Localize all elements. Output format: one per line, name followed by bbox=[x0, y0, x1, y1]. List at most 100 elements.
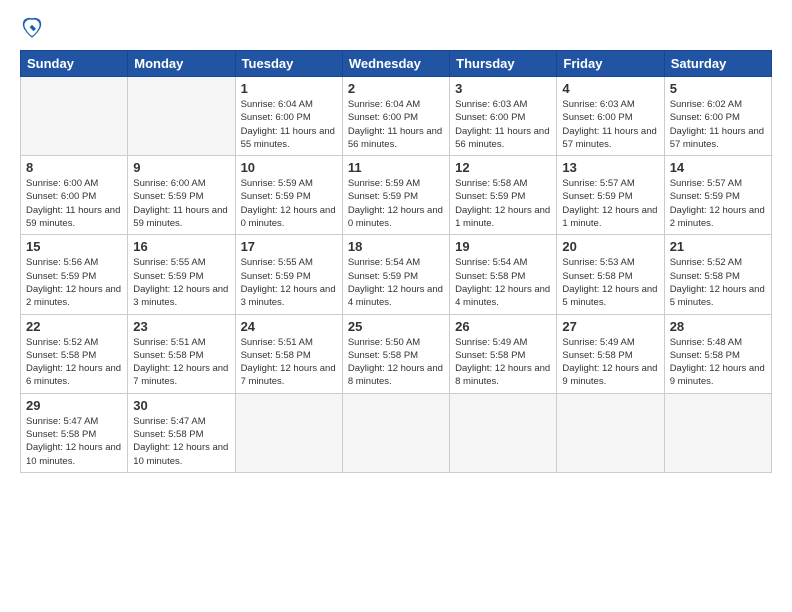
day-number: 11 bbox=[348, 160, 444, 175]
day-number: 2 bbox=[348, 81, 444, 96]
calendar-cell: 3Sunrise: 6:03 AMSunset: 6:00 PMDaylight… bbox=[450, 77, 557, 156]
calendar-cell bbox=[450, 393, 557, 472]
calendar-cell: 8 Sunrise: 6:00 AMSunset: 6:00 PMDaylight… bbox=[21, 156, 128, 235]
weekday-friday: Friday bbox=[557, 51, 664, 77]
logo bbox=[20, 16, 46, 40]
calendar-week-2: 15 Sunrise: 5:56 AMSunset: 5:59 PMDayligh… bbox=[21, 235, 772, 314]
day-info: Sunrise: 5:54 AMSunset: 5:58 PMDaylight:… bbox=[455, 256, 551, 309]
day-number: 27 bbox=[562, 319, 658, 334]
day-info: Sunrise: 5:51 AMSunset: 5:58 PMDaylight:… bbox=[241, 336, 337, 389]
calendar-cell: 20 Sunrise: 5:53 AMSunset: 5:58 PMDayligh… bbox=[557, 235, 664, 314]
day-number: 16 bbox=[133, 239, 229, 254]
calendar-cell: 10 Sunrise: 5:59 AMSunset: 5:59 PMDayligh… bbox=[235, 156, 342, 235]
day-number: 4 bbox=[562, 81, 658, 96]
day-info: Sunrise: 6:03 AMSunset: 6:00 PMDaylight:… bbox=[562, 98, 658, 151]
day-info: Sunrise: 6:04 AMSunset: 6:00 PMDaylight:… bbox=[241, 98, 337, 151]
weekday-thursday: Thursday bbox=[450, 51, 557, 77]
calendar-cell: 25 Sunrise: 5:50 AMSunset: 5:58 PMDayligh… bbox=[342, 314, 449, 393]
calendar-cell: 22 Sunrise: 5:52 AMSunset: 5:58 PMDayligh… bbox=[21, 314, 128, 393]
day-number: 17 bbox=[241, 239, 337, 254]
day-info: Sunrise: 5:47 AMSunset: 5:58 PMDaylight:… bbox=[133, 415, 229, 468]
day-number: 22 bbox=[26, 319, 122, 334]
day-number: 12 bbox=[455, 160, 551, 175]
day-info: Sunrise: 5:57 AMSunset: 5:59 PMDaylight:… bbox=[562, 177, 658, 230]
calendar-cell: 16 Sunrise: 5:55 AMSunset: 5:59 PMDayligh… bbox=[128, 235, 235, 314]
calendar-cell: 29 Sunrise: 5:47 AMSunset: 5:58 PMDayligh… bbox=[21, 393, 128, 472]
calendar-cell bbox=[235, 393, 342, 472]
day-info: Sunrise: 5:50 AMSunset: 5:58 PMDaylight:… bbox=[348, 336, 444, 389]
calendar-cell: 27 Sunrise: 5:49 AMSunset: 5:58 PMDayligh… bbox=[557, 314, 664, 393]
day-info: Sunrise: 5:56 AMSunset: 5:59 PMDaylight:… bbox=[26, 256, 122, 309]
calendar-cell: 9 Sunrise: 6:00 AMSunset: 5:59 PMDaylight… bbox=[128, 156, 235, 235]
day-info: Sunrise: 5:47 AMSunset: 5:58 PMDaylight:… bbox=[26, 415, 122, 468]
day-info: Sunrise: 5:59 AMSunset: 5:59 PMDaylight:… bbox=[348, 177, 444, 230]
day-number: 9 bbox=[133, 160, 229, 175]
weekday-wednesday: Wednesday bbox=[342, 51, 449, 77]
calendar-cell: 26 Sunrise: 5:49 AMSunset: 5:58 PMDayligh… bbox=[450, 314, 557, 393]
weekday-header-row: SundayMondayTuesdayWednesdayThursdayFrid… bbox=[21, 51, 772, 77]
logo-icon bbox=[20, 16, 44, 40]
day-info: Sunrise: 5:49 AMSunset: 5:58 PMDaylight:… bbox=[562, 336, 658, 389]
calendar-week-4: 29 Sunrise: 5:47 AMSunset: 5:58 PMDayligh… bbox=[21, 393, 772, 472]
calendar-cell: 17 Sunrise: 5:55 AMSunset: 5:59 PMDayligh… bbox=[235, 235, 342, 314]
day-number: 26 bbox=[455, 319, 551, 334]
day-number: 24 bbox=[241, 319, 337, 334]
calendar-cell bbox=[21, 77, 128, 156]
page: SundayMondayTuesdayWednesdayThursdayFrid… bbox=[0, 0, 792, 612]
weekday-saturday: Saturday bbox=[664, 51, 771, 77]
calendar-cell: 24 Sunrise: 5:51 AMSunset: 5:58 PMDayligh… bbox=[235, 314, 342, 393]
calendar-cell: 19 Sunrise: 5:54 AMSunset: 5:58 PMDayligh… bbox=[450, 235, 557, 314]
day-info: Sunrise: 5:52 AMSunset: 5:58 PMDaylight:… bbox=[26, 336, 122, 389]
calendar-cell bbox=[557, 393, 664, 472]
day-info: Sunrise: 5:59 AMSunset: 5:59 PMDaylight:… bbox=[241, 177, 337, 230]
day-info: Sunrise: 5:57 AMSunset: 5:59 PMDaylight:… bbox=[670, 177, 766, 230]
weekday-tuesday: Tuesday bbox=[235, 51, 342, 77]
day-number: 8 bbox=[26, 160, 122, 175]
calendar-cell: 30Sunrise: 5:47 AMSunset: 5:58 PMDayligh… bbox=[128, 393, 235, 472]
day-info: Sunrise: 5:54 AMSunset: 5:59 PMDaylight:… bbox=[348, 256, 444, 309]
day-info: Sunrise: 5:53 AMSunset: 5:58 PMDaylight:… bbox=[562, 256, 658, 309]
day-number: 10 bbox=[241, 160, 337, 175]
day-number: 21 bbox=[670, 239, 766, 254]
day-info: Sunrise: 6:00 AMSunset: 5:59 PMDaylight:… bbox=[133, 177, 229, 230]
calendar-cell: 14 Sunrise: 5:57 AMSunset: 5:59 PMDayligh… bbox=[664, 156, 771, 235]
calendar-week-3: 22 Sunrise: 5:52 AMSunset: 5:58 PMDayligh… bbox=[21, 314, 772, 393]
calendar-cell bbox=[128, 77, 235, 156]
calendar-cell: 13 Sunrise: 5:57 AMSunset: 5:59 PMDayligh… bbox=[557, 156, 664, 235]
calendar-cell: 18 Sunrise: 5:54 AMSunset: 5:59 PMDayligh… bbox=[342, 235, 449, 314]
day-info: Sunrise: 6:00 AMSunset: 6:00 PMDaylight:… bbox=[26, 177, 122, 230]
calendar-cell: 2 Sunrise: 6:04 AMSunset: 6:00 PMDaylight… bbox=[342, 77, 449, 156]
weekday-sunday: Sunday bbox=[21, 51, 128, 77]
day-number: 15 bbox=[26, 239, 122, 254]
day-info: Sunrise: 5:55 AMSunset: 5:59 PMDaylight:… bbox=[133, 256, 229, 309]
calendar-cell: 4 Sunrise: 6:03 AMSunset: 6:00 PMDaylight… bbox=[557, 77, 664, 156]
day-number: 23 bbox=[133, 319, 229, 334]
calendar-cell bbox=[342, 393, 449, 472]
calendar-cell: 1Sunrise: 6:04 AMSunset: 6:00 PMDaylight… bbox=[235, 77, 342, 156]
day-number: 29 bbox=[26, 398, 122, 413]
calendar-cell: 23 Sunrise: 5:51 AMSunset: 5:58 PMDayligh… bbox=[128, 314, 235, 393]
calendar-table: SundayMondayTuesdayWednesdayThursdayFrid… bbox=[20, 50, 772, 473]
weekday-monday: Monday bbox=[128, 51, 235, 77]
day-info: Sunrise: 5:58 AMSunset: 5:59 PMDaylight:… bbox=[455, 177, 551, 230]
day-number: 18 bbox=[348, 239, 444, 254]
day-number: 13 bbox=[562, 160, 658, 175]
day-info: Sunrise: 5:49 AMSunset: 5:58 PMDaylight:… bbox=[455, 336, 551, 389]
day-number: 28 bbox=[670, 319, 766, 334]
header bbox=[20, 16, 772, 40]
day-number: 20 bbox=[562, 239, 658, 254]
day-info: Sunrise: 6:03 AMSunset: 6:00 PMDaylight:… bbox=[455, 98, 551, 151]
calendar-week-1: 8 Sunrise: 6:00 AMSunset: 6:00 PMDaylight… bbox=[21, 156, 772, 235]
day-number: 5 bbox=[670, 81, 766, 96]
day-info: Sunrise: 5:55 AMSunset: 5:59 PMDaylight:… bbox=[241, 256, 337, 309]
calendar-cell: 5 Sunrise: 6:02 AMSunset: 6:00 PMDaylight… bbox=[664, 77, 771, 156]
day-number: 19 bbox=[455, 239, 551, 254]
day-info: Sunrise: 6:02 AMSunset: 6:00 PMDaylight:… bbox=[670, 98, 766, 151]
day-number: 14 bbox=[670, 160, 766, 175]
calendar-cell: 21Sunrise: 5:52 AMSunset: 5:58 PMDayligh… bbox=[664, 235, 771, 314]
day-info: Sunrise: 5:51 AMSunset: 5:58 PMDaylight:… bbox=[133, 336, 229, 389]
day-info: Sunrise: 6:04 AMSunset: 6:00 PMDaylight:… bbox=[348, 98, 444, 151]
day-number: 25 bbox=[348, 319, 444, 334]
calendar-cell: 28Sunrise: 5:48 AMSunset: 5:58 PMDayligh… bbox=[664, 314, 771, 393]
calendar-week-0: 1Sunrise: 6:04 AMSunset: 6:00 PMDaylight… bbox=[21, 77, 772, 156]
